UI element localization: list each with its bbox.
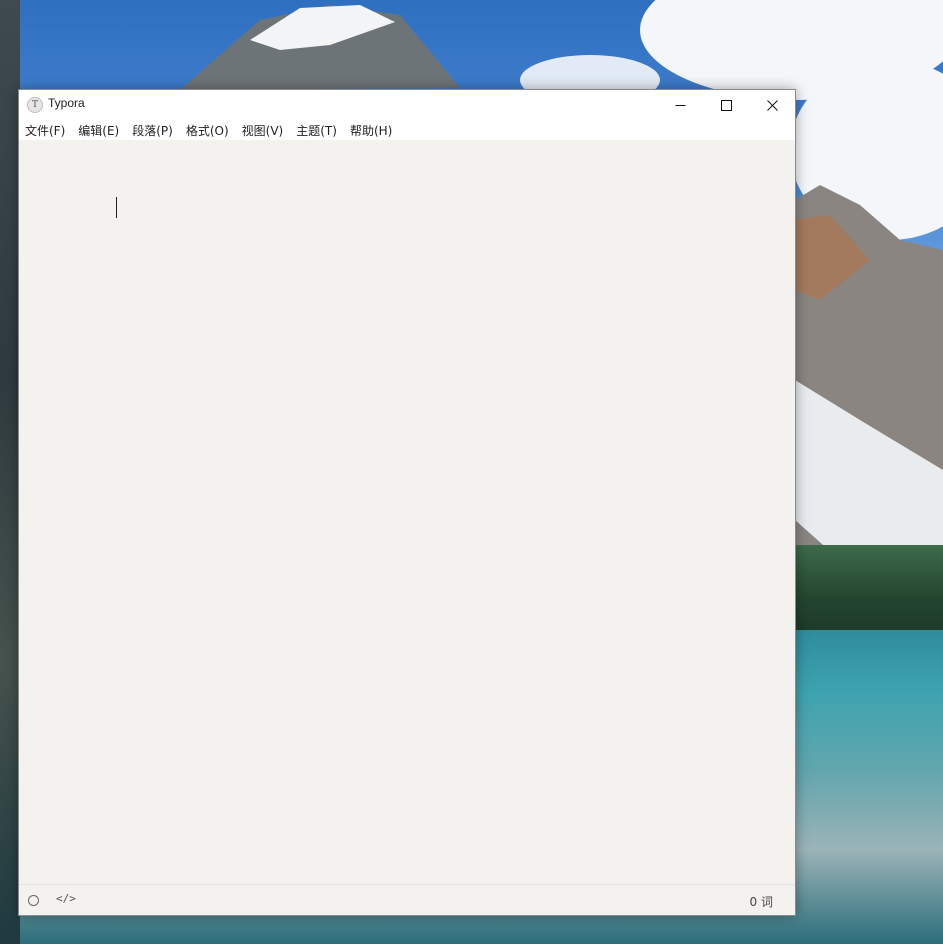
- menu-edit[interactable]: 编辑(E): [78, 122, 119, 139]
- source-code-toggle-icon[interactable]: </>: [56, 892, 76, 905]
- close-button[interactable]: [749, 90, 795, 120]
- menu-paragraph[interactable]: 段落(P): [132, 122, 173, 139]
- maximize-button[interactable]: [703, 90, 749, 120]
- typora-app-icon: T: [27, 97, 43, 113]
- status-bar: </> 0 词: [19, 884, 795, 915]
- minimize-icon: [675, 104, 685, 106]
- window-title: Typora: [48, 96, 85, 110]
- wallpaper-left-cliff: [0, 0, 20, 944]
- outline-toggle-icon[interactable]: [28, 895, 39, 906]
- typora-window: T Typora 文件(F) 编辑(E) 段落(P) 格式(O) 视图(V) 主…: [18, 89, 796, 916]
- word-count[interactable]: 0 词: [750, 893, 773, 910]
- maximize-icon: [720, 99, 732, 111]
- menu-help[interactable]: 帮助(H): [350, 122, 392, 139]
- menu-view[interactable]: 视图(V): [242, 122, 284, 139]
- close-icon: [766, 99, 778, 111]
- menu-file[interactable]: 文件(F): [25, 122, 65, 139]
- menu-bar: 文件(F) 编辑(E) 段落(P) 格式(O) 视图(V) 主题(T) 帮助(H…: [19, 120, 795, 140]
- menu-format[interactable]: 格式(O): [186, 122, 229, 139]
- menu-theme[interactable]: 主题(T): [296, 122, 337, 139]
- wallpaper-forest: [795, 545, 943, 635]
- minimize-button[interactable]: [657, 90, 703, 120]
- editor-area[interactable]: [19, 140, 795, 884]
- title-bar[interactable]: T Typora: [19, 90, 795, 120]
- text-caret: [116, 197, 117, 218]
